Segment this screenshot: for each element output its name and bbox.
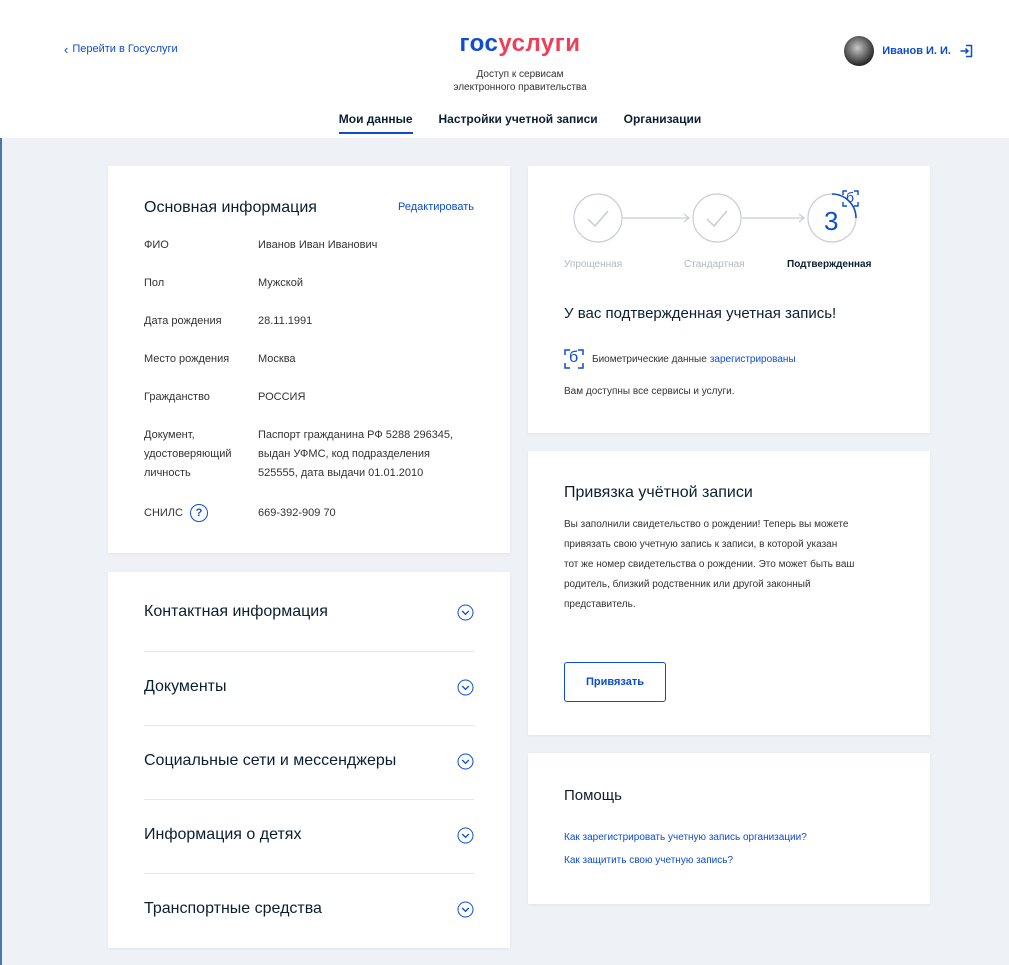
chevron-down-icon xyxy=(457,827,474,843)
info-value: 28.11.1991 xyxy=(258,315,313,327)
chevron-down-icon xyxy=(457,901,474,917)
info-label: Место рождения xyxy=(144,353,230,365)
account-binding-card: Привязка учётной записи Вы заполнили сви… xyxy=(528,451,930,735)
page-header: ‹ Перейти в Госуслуги госуслуги Доступ к… xyxy=(0,0,1009,138)
accordion-item-vehicles[interactable]: Транспортные средства xyxy=(144,872,474,946)
info-value: РОССИЯ xyxy=(258,391,306,403)
bind-button[interactable]: Привязать xyxy=(564,662,666,702)
tab-account-settings[interactable]: Настройки учетной записи xyxy=(439,112,598,134)
accordion-label: Социальные сети и мессенджеры xyxy=(144,752,397,769)
info-label: Документ, удостоверяющий личность xyxy=(144,426,254,483)
badge-letter: б xyxy=(846,189,855,205)
info-label: ФИО xyxy=(144,239,169,251)
help-link-protect-account[interactable]: Как защитить свою учетную запись? xyxy=(564,855,733,866)
user-name[interactable]: Иванов И. И. xyxy=(882,45,951,57)
info-value: Москва xyxy=(258,353,296,365)
logout-icon[interactable] xyxy=(959,44,973,58)
help-card: Помощь Как зарегистрировать учетную запи… xyxy=(528,753,930,904)
accordion-item-documents[interactable]: Документы xyxy=(144,650,474,724)
help-icon[interactable]: ? xyxy=(190,504,209,523)
info-value-line: выдан УФМС, код подразделения xyxy=(258,448,430,460)
tab-bar: Мои данные Настройки учетной записи Орга… xyxy=(0,112,1009,134)
tab-my-data[interactable]: Мои данные xyxy=(338,112,413,134)
info-label-line: удостоверяющий xyxy=(144,448,232,460)
info-label: СНИЛС ? xyxy=(144,504,254,523)
binding-text-line: родитель, близкий родственник или другой… xyxy=(564,579,811,590)
step-label-simplified: Упрощенная xyxy=(564,259,623,270)
subtitle-line-2: электронного правительства xyxy=(453,82,587,93)
help-link-register-organization[interactable]: Как зарегистрировать учетную запись орга… xyxy=(564,832,807,843)
logo-part-uslugi: услуги xyxy=(498,30,581,57)
info-value-line: Паспорт гражданина РФ 5288 296345, xyxy=(258,429,454,441)
info-value: 669-392-909 70 xyxy=(258,507,336,519)
info-label-line: личность xyxy=(144,467,191,479)
basic-info-title: Основная информация xyxy=(144,199,317,216)
info-label: Гражданство xyxy=(144,391,210,403)
chevron-down-icon xyxy=(457,604,474,620)
binding-text-line: привязать свою учетную запись к записи, … xyxy=(564,539,838,550)
logo-subtitle: Доступ к сервисам электронного правитель… xyxy=(0,68,1009,94)
accordion-item-children[interactable]: Информация о детях xyxy=(144,798,474,872)
info-value: Мужской xyxy=(258,277,303,289)
accordion-label: Транспортные средства xyxy=(144,900,322,917)
tab-organizations[interactable]: Организации xyxy=(624,112,702,134)
current-level-number: 3 xyxy=(824,206,839,236)
biometry-text: Биометрические данные xyxy=(592,353,707,365)
step-standard-check-icon xyxy=(692,193,742,243)
biometry-letter: б xyxy=(569,349,579,366)
info-label: Пол xyxy=(144,277,165,289)
binding-text-line: тот же номер свидетельства о рождении. Э… xyxy=(564,559,855,570)
binding-text-line: Вы заполнили свидетельство о рождении! Т… xyxy=(564,519,849,530)
step-label-confirmed: Подтвержденная xyxy=(787,259,872,270)
user-menu[interactable]: Иванов И. И. xyxy=(844,36,973,66)
basic-info-card: Основная информация Редактировать ФИО Ив… xyxy=(108,166,510,553)
accordion-label: Документы xyxy=(144,678,227,695)
info-value-line: 525555, дата выдачи 01.01.2010 xyxy=(258,467,424,479)
binding-title: Привязка учётной записи xyxy=(564,484,753,501)
info-label: Дата рождения xyxy=(144,315,222,327)
info-value: Паспорт гражданина РФ 5288 296345, выдан… xyxy=(258,426,488,483)
account-status-card: 3 б Упрощенная Стандартная Подтвержденна… xyxy=(528,166,930,433)
biometry-row: б Биометрические данные зарегистрированы xyxy=(564,349,796,369)
chevron-down-icon xyxy=(457,679,474,695)
step-simplified-check-icon xyxy=(573,193,623,243)
biometry-registered-link[interactable]: зарегистрированы xyxy=(710,354,796,365)
biometry-icon: б xyxy=(564,349,584,369)
status-title: У вас подтвержденная учетная запись! xyxy=(564,305,837,322)
main-content: Основная информация Редактировать ФИО Ив… xyxy=(2,138,1009,965)
accordion-label: Контактная информация xyxy=(144,603,328,620)
logo-part-gos: гос xyxy=(459,30,499,57)
info-value: Иванов Иван Иванович xyxy=(258,239,378,251)
binding-description: Вы заполнили свидетельство о рождении! Т… xyxy=(564,515,904,615)
snils-label: СНИЛС xyxy=(144,507,183,519)
avatar[interactable] xyxy=(844,36,875,66)
biometry-badge-icon: б xyxy=(842,189,859,207)
arrow-right-icon xyxy=(742,213,805,223)
services-available-text: Вам доступны все сервисы и услуги. xyxy=(564,386,735,397)
accordion-item-social-networks[interactable]: Социальные сети и мессенджеры xyxy=(144,724,474,798)
help-title: Помощь xyxy=(564,787,622,804)
sections-accordion: Контактная информация Документы Социальн… xyxy=(108,572,510,948)
chevron-down-icon xyxy=(457,753,474,769)
info-label-line: Документ, xyxy=(144,429,195,441)
accordion-label: Информация о детях xyxy=(144,826,302,843)
arrow-right-icon xyxy=(623,213,690,223)
accordion-item-contacts[interactable]: Контактная информация xyxy=(144,575,474,649)
step-label-standard: Стандартная xyxy=(684,259,745,270)
subtitle-line-1: Доступ к сервисам xyxy=(476,69,564,80)
edit-link[interactable]: Редактировать xyxy=(398,201,474,213)
binding-text-line: представитель. xyxy=(564,599,636,610)
